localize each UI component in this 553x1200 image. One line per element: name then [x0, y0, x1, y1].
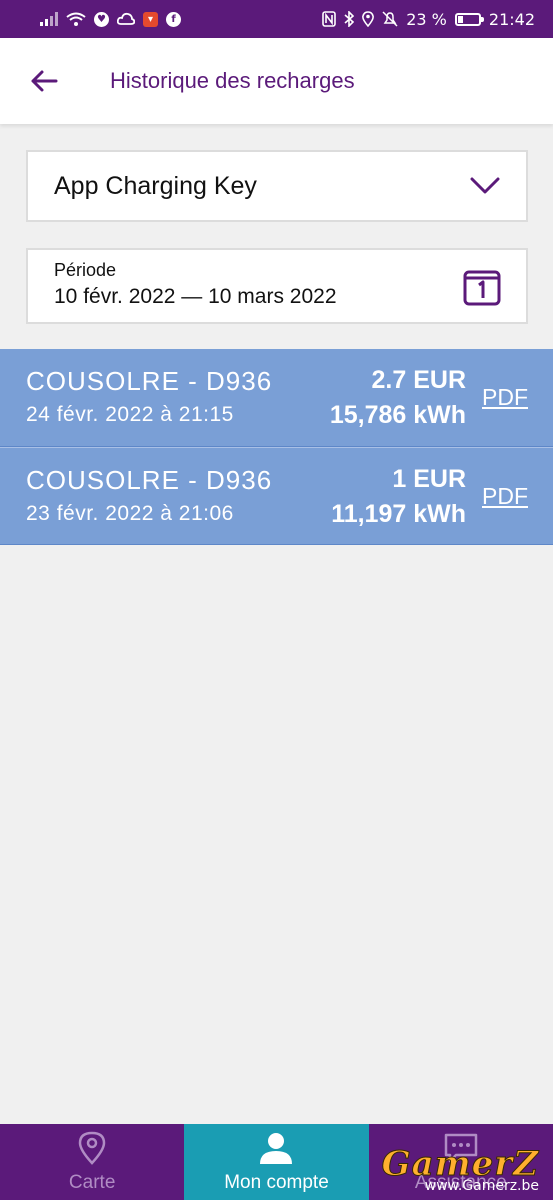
nav-label: Carte — [68, 1172, 116, 1193]
calendar-icon[interactable] — [463, 268, 501, 306]
chevron-down-icon — [470, 177, 500, 194]
battery-percent: 23 % — [406, 9, 447, 29]
signal-icon — [40, 12, 58, 26]
facebook-icon: f — [166, 11, 181, 27]
nav-label: Assistance — [414, 1172, 507, 1193]
pdf-link[interactable]: PDF — [482, 483, 528, 510]
charge-amount: 2.7 EUR — [371, 366, 466, 394]
charge-location: COUSOLRE - D936 — [26, 465, 273, 495]
status-left: ♥ ▾ f — [40, 11, 181, 27]
charge-amount: 1 EUR — [392, 465, 466, 493]
charging-key-select[interactable]: App Charging Key — [26, 150, 528, 222]
charge-row[interactable]: COUSOLRE - D936 24 févr. 2022 à 21:15 2.… — [0, 349, 553, 447]
nav-item-mon-compte[interactable]: Mon compte — [184, 1124, 369, 1200]
chat-icon — [443, 1130, 479, 1166]
status-right: 23 % 21:42 — [322, 10, 535, 29]
charge-location: COUSOLRE - D936 — [26, 366, 273, 396]
app-bar: Historique des recharges — [0, 38, 553, 124]
gift-app-icon: ▾ — [143, 11, 158, 27]
arrow-left-icon — [31, 70, 58, 92]
nav-item-carte[interactable]: Carte — [0, 1124, 184, 1200]
period-picker[interactable]: Période 10 févr. 2022 — 10 mars 2022 — [26, 248, 528, 324]
page-title: Historique des recharges — [110, 68, 355, 93]
pdf-link[interactable]: PDF — [482, 384, 528, 411]
charge-history-list: COUSOLRE - D936 24 févr. 2022 à 21:15 2.… — [0, 349, 553, 545]
nav-item-assistance[interactable]: Assistance — [369, 1124, 553, 1200]
wifi-icon — [66, 12, 86, 27]
nfc-icon — [322, 11, 337, 27]
bluetooth-icon — [344, 11, 355, 27]
nav-label: Mon compte — [224, 1172, 329, 1193]
bottom-nav: Carte Mon compte Assistance — [0, 1124, 553, 1200]
battery-icon — [454, 12, 484, 26]
status-bar: ♥ ▾ f 23 % 21:42 — [0, 0, 553, 38]
charge-energy: 11,197 kWh — [331, 500, 466, 528]
alarm-off-icon — [382, 11, 398, 27]
cloud-upload-icon — [117, 12, 135, 26]
clock: 21:42 — [488, 9, 535, 29]
map-pin-icon — [74, 1130, 110, 1166]
period-value: 10 févr. 2022 — 10 mars 2022 — [54, 285, 337, 308]
heart-app-icon: ♥ — [94, 11, 109, 27]
location-icon — [362, 11, 375, 27]
user-icon — [258, 1130, 294, 1166]
charge-row[interactable]: COUSOLRE - D936 23 févr. 2022 à 21:06 1 … — [0, 447, 553, 545]
period-label: Période — [54, 260, 117, 280]
back-button[interactable] — [24, 61, 64, 101]
charging-key-value: App Charging Key — [54, 171, 257, 200]
charge-date: 23 févr. 2022 à 21:06 — [26, 502, 234, 525]
charge-date: 24 févr. 2022 à 21:15 — [26, 403, 234, 426]
charge-energy: 15,786 kWh — [329, 401, 466, 429]
